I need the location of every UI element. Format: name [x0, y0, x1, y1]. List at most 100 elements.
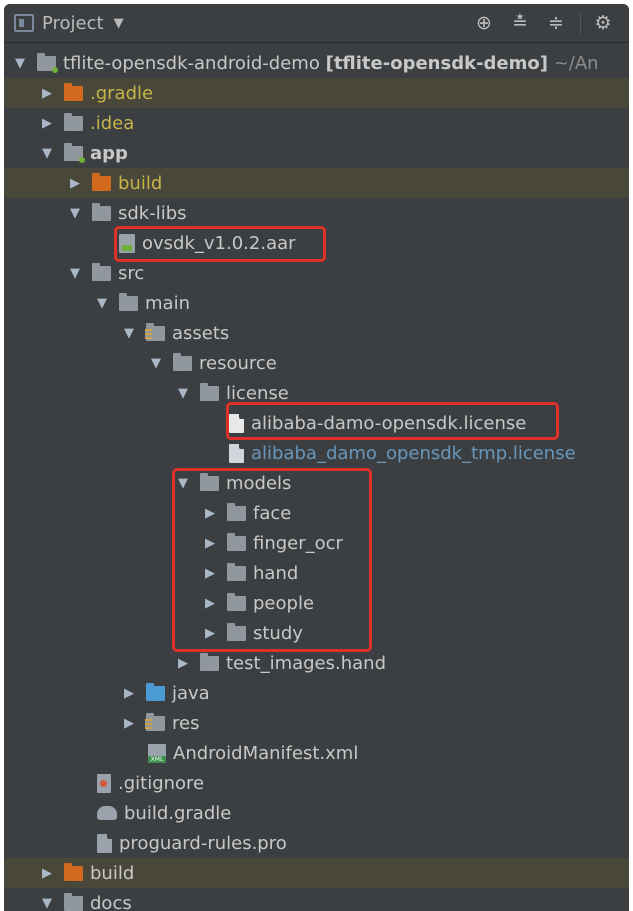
- chevron-down-icon[interactable]: ▼: [67, 206, 83, 221]
- tree-item-assets[interactable]: ▼ assets: [4, 318, 629, 348]
- folder-icon: [200, 472, 219, 491]
- tree-item-java[interactable]: ▶ java: [4, 678, 629, 708]
- folder-icon: [227, 562, 246, 581]
- res-label: res: [172, 712, 200, 734]
- tree-item-build-gradle[interactable]: build.gradle: [4, 798, 629, 828]
- file-icon: [229, 413, 244, 433]
- tree-item-gradle[interactable]: ▶ .gradle: [4, 78, 629, 108]
- project-view-title: Project: [42, 12, 104, 34]
- chevron-down-icon: ▼: [113, 15, 124, 31]
- folder-icon: [227, 532, 246, 551]
- study-label: study: [253, 622, 303, 644]
- chevron-down-icon[interactable]: ▼: [121, 326, 137, 341]
- resources-folder-icon: [145, 712, 165, 731]
- chevron-right-icon[interactable]: ▶: [39, 866, 55, 881]
- folder-icon: [119, 292, 138, 311]
- idea-label: .idea: [90, 112, 135, 134]
- tree-item-build[interactable]: ▶ build: [4, 858, 629, 888]
- tree-item-app-build[interactable]: ▶ build: [4, 168, 629, 198]
- gradle-file-icon: [97, 806, 117, 820]
- models-label: models: [226, 472, 292, 494]
- chevron-right-icon[interactable]: ▶: [202, 536, 218, 551]
- tree-item-idea[interactable]: ▶ .idea: [4, 108, 629, 138]
- chevron-right-icon[interactable]: ▶: [202, 566, 218, 581]
- tree-item-sdk-libs[interactable]: ▼ sdk-libs: [4, 198, 629, 228]
- tree-item-root[interactable]: ▼ tflite-opensdk-android-demo [tflite-op…: [4, 48, 629, 78]
- folder-icon: [227, 592, 246, 611]
- license-label: license: [226, 382, 289, 404]
- folder-icon: [92, 202, 111, 221]
- tree-item-resource[interactable]: ▼ resource: [4, 348, 629, 378]
- settings-icon[interactable]: ⚙: [589, 9, 617, 37]
- chevron-down-icon[interactable]: ▼: [67, 266, 83, 281]
- chevron-right-icon[interactable]: ▶: [202, 596, 218, 611]
- root-module-label: [tflite-opensdk-demo]: [325, 52, 548, 74]
- tree-item-manifest[interactable]: AndroidManifest.xml: [4, 738, 629, 768]
- project-icon: [14, 14, 34, 32]
- chevron-down-icon[interactable]: ▼: [94, 296, 110, 311]
- tree-item-face[interactable]: ▶ face: [4, 498, 629, 528]
- excluded-folder-icon: [92, 172, 111, 191]
- chevron-down-icon[interactable]: ▼: [39, 896, 55, 911]
- tree-item-gitignore[interactable]: .gitignore: [4, 768, 629, 798]
- project-toolbar: Project ▼ ⊕ ≛ ≑ ⚙: [4, 4, 629, 43]
- folder-icon: [227, 622, 246, 641]
- sdk-libs-label: sdk-libs: [118, 202, 187, 224]
- license-tmp-label: alibaba_damo_opensdk_tmp.license: [251, 442, 576, 464]
- build-gradle-label: build.gradle: [124, 802, 232, 824]
- tree-item-license[interactable]: ▼ license: [4, 378, 629, 408]
- folder-icon: [64, 112, 83, 131]
- tree-item-license-tmp[interactable]: alibaba_damo_opensdk_tmp.license: [4, 438, 629, 468]
- chevron-down-icon[interactable]: ▼: [148, 356, 164, 371]
- folder-icon: [173, 352, 192, 371]
- gitignore-label: .gitignore: [118, 772, 205, 794]
- folder-icon: [200, 652, 219, 671]
- chevron-right-icon[interactable]: ▶: [202, 506, 218, 521]
- chevron-right-icon[interactable]: ▶: [39, 86, 55, 101]
- file-icon: [229, 443, 244, 463]
- src-label: src: [118, 262, 145, 284]
- collapse-all-icon[interactable]: ≑: [542, 9, 570, 37]
- chevron-down-icon[interactable]: ▼: [39, 146, 55, 161]
- project-view-selector[interactable]: Project ▼: [14, 13, 124, 34]
- chevron-right-icon[interactable]: ▶: [67, 176, 83, 191]
- project-panel: Project ▼ ⊕ ≛ ≑ ⚙ ▼ tflite-opensdk-andro…: [4, 4, 629, 911]
- tree-item-main[interactable]: ▼ main: [4, 288, 629, 318]
- tree-item-license-file[interactable]: alibaba-damo-opensdk.license: [4, 408, 629, 438]
- app-build-label: build: [118, 172, 163, 194]
- folder-icon: [64, 892, 83, 911]
- tree-item-people[interactable]: ▶ people: [4, 588, 629, 618]
- root-path-label: ~/An: [553, 52, 599, 74]
- tree-item-proguard[interactable]: proguard-rules.pro: [4, 828, 629, 858]
- java-label: java: [172, 682, 210, 704]
- tree-item-src[interactable]: ▼ src: [4, 258, 629, 288]
- finger-ocr-label: finger_ocr: [253, 532, 343, 554]
- root-label: tflite-opensdk-android-demo: [63, 52, 320, 74]
- chevron-down-icon[interactable]: ▼: [12, 56, 28, 71]
- tree-item-test-images[interactable]: ▶ test_images.hand: [4, 648, 629, 678]
- tree-item-hand[interactable]: ▶ hand: [4, 558, 629, 588]
- tree-item-models[interactable]: ▼ models: [4, 468, 629, 498]
- module-folder-icon: [37, 52, 58, 73]
- tree-item-res[interactable]: ▶ res: [4, 708, 629, 738]
- locate-icon[interactable]: ⊕: [470, 9, 498, 37]
- chevron-right-icon[interactable]: ▶: [202, 626, 218, 641]
- docs-label: docs: [90, 892, 132, 911]
- chevron-right-icon[interactable]: ▶: [121, 686, 137, 701]
- tree-item-app[interactable]: ▼ app: [4, 138, 629, 168]
- chevron-right-icon[interactable]: ▶: [121, 716, 137, 731]
- tree-item-finger-ocr[interactable]: ▶ finger_ocr: [4, 528, 629, 558]
- chevron-down-icon[interactable]: ▼: [175, 476, 191, 491]
- resources-folder-icon: [145, 322, 165, 341]
- people-label: people: [253, 592, 315, 614]
- excluded-folder-icon: [64, 862, 83, 881]
- expand-all-icon[interactable]: ≛: [506, 9, 534, 37]
- tree-item-study[interactable]: ▶ study: [4, 618, 629, 648]
- chevron-right-icon[interactable]: ▶: [175, 656, 191, 671]
- chevron-down-icon[interactable]: ▼: [175, 386, 191, 401]
- folder-icon: [200, 382, 219, 401]
- chevron-right-icon[interactable]: ▶: [39, 116, 55, 131]
- tree-item-docs[interactable]: ▼ docs: [4, 888, 629, 911]
- excluded-folder-icon: [64, 82, 83, 101]
- tree-item-aar[interactable]: ovsdk_v1.0.2.aar: [4, 228, 629, 258]
